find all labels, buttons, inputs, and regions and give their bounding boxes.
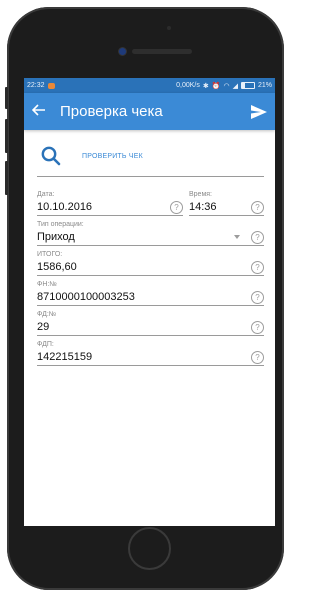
fdp-input[interactable]: 142215159 <box>37 349 264 366</box>
sensor-dot <box>167 26 171 30</box>
power-button <box>5 161 8 195</box>
app-bar: Проверка чека <box>24 93 275 130</box>
battery-icon <box>240 82 255 89</box>
fn-field: ФН:№ 8710000100003253 ? <box>37 280 264 306</box>
app-notification-icon <box>47 82 55 89</box>
volume-button <box>5 119 8 153</box>
fdp-help-icon[interactable]: ? <box>251 351 264 364</box>
time-label: Время: <box>189 191 213 198</box>
volume-button <box>5 87 8 109</box>
time-help-icon[interactable]: ? <box>251 201 264 214</box>
operation-type-select[interactable]: Приход <box>37 229 264 246</box>
time-field: Время: 14:36 ? <box>189 190 264 216</box>
earpiece-speaker <box>132 49 192 54</box>
date-input[interactable]: 10.10.2016 <box>37 199 183 216</box>
home-button[interactable] <box>128 527 171 570</box>
total-help-icon[interactable]: ? <box>251 261 264 274</box>
back-arrow-icon[interactable] <box>31 103 54 121</box>
total-input[interactable]: 1586,60 <box>37 259 264 276</box>
signal-icon: ◢ <box>232 82 238 90</box>
wifi-icon: ◠ <box>223 82 230 90</box>
date-help-icon[interactable]: ? <box>170 201 183 214</box>
fn-input[interactable]: 8710000100003253 <box>37 289 264 306</box>
operation-type-help-icon[interactable]: ? <box>251 231 264 244</box>
form-content: ПРОВЕРИТЬ ЧЕК Дата: 10.10.2016 ? Время: … <box>24 136 275 366</box>
status-bar: 22:32 0,00K/s ✱ ⏰ ◠ ◢ 21% <box>24 78 275 93</box>
search-icon[interactable] <box>40 145 62 167</box>
network-speed: 0,00K/s <box>176 82 200 89</box>
phone-screen: 22:32 0,00K/s ✱ ⏰ ◠ ◢ 21% Проверка чека … <box>24 78 275 526</box>
page-title: Проверка чека <box>60 103 163 120</box>
total-field: ИТОГО: 1586,60 ? <box>37 250 264 276</box>
send-icon[interactable] <box>251 104 267 119</box>
fdp-label: ФДП: <box>37 341 54 348</box>
date-label: Дата: <box>37 191 55 198</box>
dropdown-arrow-icon[interactable] <box>234 235 240 239</box>
bluetooth-icon: ✱ <box>202 82 209 90</box>
status-time: 22:32 <box>27 82 45 89</box>
fd-field: ФД:№ 29 ? <box>37 310 264 336</box>
front-camera <box>119 48 126 55</box>
fd-help-icon[interactable]: ? <box>251 321 264 334</box>
fn-label: ФН:№ <box>37 281 57 288</box>
fn-help-icon[interactable]: ? <box>251 291 264 304</box>
battery-percent: 21% <box>257 82 272 89</box>
operation-type-label: Тип операции: <box>37 221 84 228</box>
check-receipt-row: ПРОВЕРИТЬ ЧЕК <box>37 136 264 177</box>
fdp-field: ФДП: 142215159 ? <box>37 340 264 366</box>
fd-label: ФД:№ <box>37 311 57 318</box>
date-field: Дата: 10.10.2016 ? <box>37 190 183 216</box>
total-label: ИТОГО: <box>37 251 63 258</box>
alarm-icon: ⏰ <box>211 82 221 90</box>
operation-type-field: Тип операции: Приход ? <box>37 220 264 246</box>
fd-input[interactable]: 29 <box>37 319 264 336</box>
check-receipt-button[interactable]: ПРОВЕРИТЬ ЧЕК <box>82 153 143 160</box>
